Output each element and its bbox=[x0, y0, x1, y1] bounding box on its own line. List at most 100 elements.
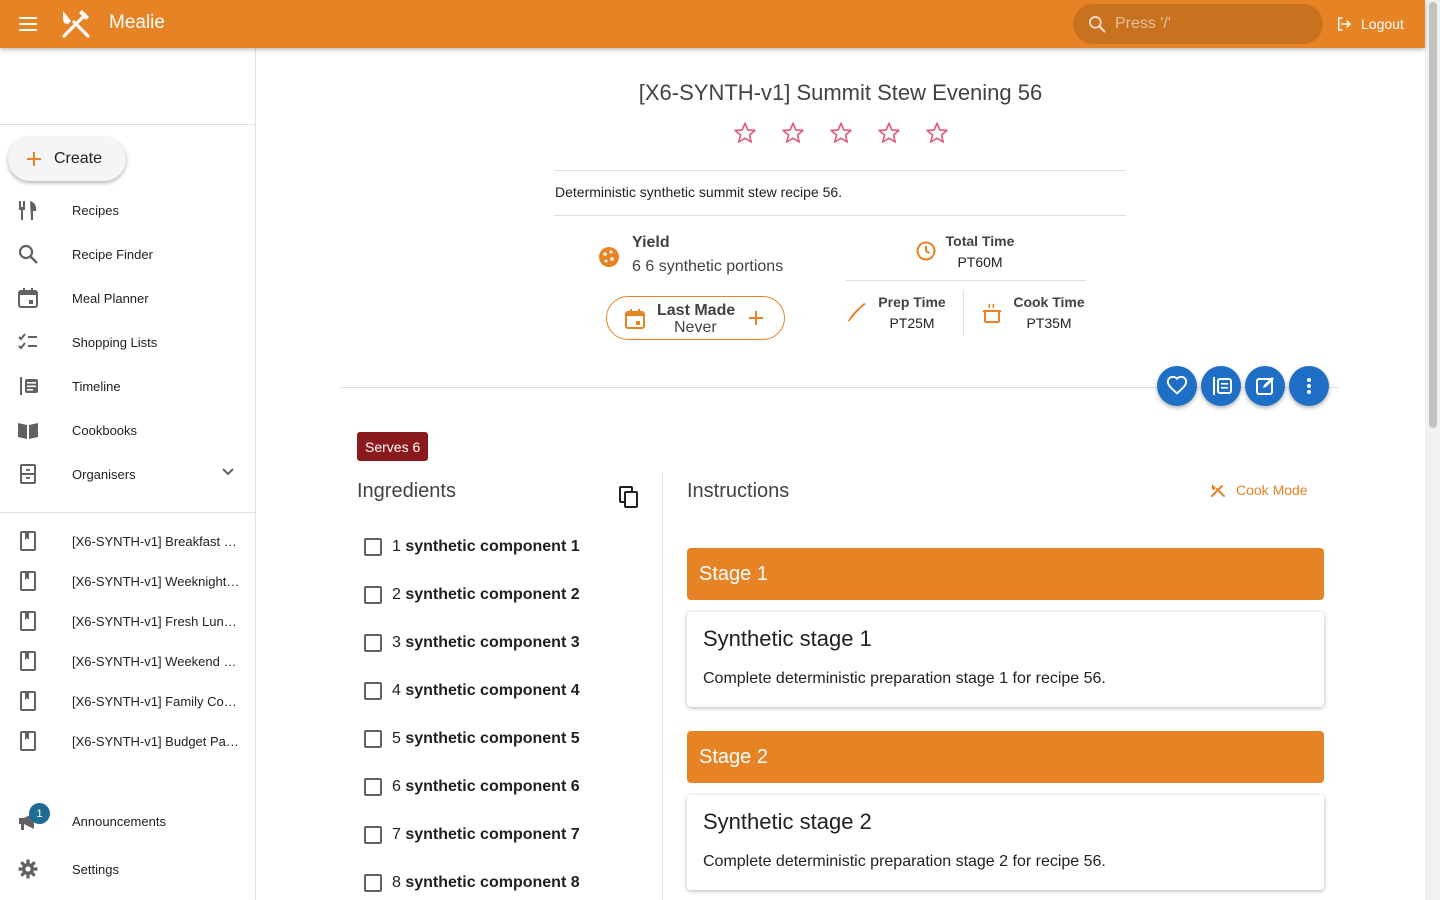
cook-mode-button[interactable]: Cook Mode bbox=[1210, 482, 1308, 498]
calendar-icon bbox=[625, 309, 645, 329]
sidebar-divider bbox=[0, 512, 255, 513]
sidebar-cookbook-item[interactable]: [X6-SYNTH-v1] Breakfast Boosters bbox=[0, 521, 255, 561]
sidebar-item-shopping-lists[interactable]: Shopping Lists bbox=[0, 322, 255, 362]
sidebar-item-settings[interactable]: Settings bbox=[0, 849, 255, 889]
app-bar: Mealie Logout bbox=[0, 0, 1425, 48]
bookmark-book-icon bbox=[20, 731, 36, 751]
ingredient-name: synthetic component 5 bbox=[405, 730, 580, 747]
logout-button[interactable]: Logout bbox=[1335, 12, 1404, 36]
ingredient-checkbox[interactable] bbox=[364, 634, 382, 652]
ingredient-checkbox[interactable] bbox=[364, 586, 382, 604]
ingredient-row[interactable]: 7 synthetic component 7 bbox=[364, 823, 580, 847]
star-icon[interactable] bbox=[780, 120, 806, 146]
last-made-button[interactable]: Last Made Never bbox=[606, 296, 785, 340]
timeline-button[interactable] bbox=[1201, 366, 1241, 406]
ingredient-name: synthetic component 2 bbox=[405, 586, 580, 603]
sidebar-item-timeline[interactable]: Timeline bbox=[0, 366, 255, 406]
sidebar-item-meal-planner[interactable]: Meal Planner bbox=[0, 278, 255, 318]
ingredient-checkbox[interactable] bbox=[364, 874, 382, 892]
ingredient-row[interactable]: 3 synthetic component 3 bbox=[364, 631, 580, 655]
cook-time: Cook Time PT35M bbox=[1004, 294, 1094, 331]
search-input[interactable] bbox=[1115, 15, 1295, 33]
ingredient-qty: 2 bbox=[392, 586, 401, 603]
recipe-description: Deterministic synthetic summit stew reci… bbox=[555, 184, 843, 200]
create-button[interactable]: Create bbox=[8, 137, 126, 181]
ingredient-qty: 8 bbox=[392, 874, 401, 891]
edit-icon bbox=[1256, 377, 1274, 395]
sidebar-item-label: Meal Planner bbox=[72, 290, 149, 306]
cook-mode-label: Cook Mode bbox=[1236, 482, 1308, 498]
stage-card[interactable]: Synthetic stage 2 Complete deterministic… bbox=[687, 795, 1324, 890]
sidebar-item-organisers[interactable]: Organisers bbox=[0, 454, 255, 494]
stage-header[interactable]: Stage 1 bbox=[687, 548, 1324, 600]
sidebar-cookbook-item[interactable]: [X6-SYNTH-v1] Weekend Feasts bbox=[0, 641, 255, 681]
cookbook-label: [X6-SYNTH-v1] Budget Pantry bbox=[72, 733, 240, 749]
divider bbox=[554, 215, 1126, 216]
star-icon[interactable] bbox=[732, 120, 758, 146]
sidebar-item-cookbooks[interactable]: Cookbooks bbox=[0, 410, 255, 450]
sidebar-cookbook-item[interactable]: [X6-SYNTH-v1] Family Comforts bbox=[0, 681, 255, 721]
copy-icon[interactable] bbox=[618, 485, 640, 509]
favorite-button[interactable] bbox=[1157, 366, 1197, 406]
search-icon bbox=[1089, 16, 1106, 33]
ingredient-checkbox[interactable] bbox=[364, 826, 382, 844]
fork-knife-icon bbox=[1211, 484, 1225, 497]
ingredient-row[interactable]: 4 synthetic component 4 bbox=[364, 679, 580, 703]
mealie-logo-icon[interactable] bbox=[58, 6, 94, 42]
sidebar-divider bbox=[0, 124, 255, 125]
pot-icon bbox=[983, 303, 1001, 323]
serves-badge[interactable]: Serves 6 bbox=[357, 432, 429, 461]
scrollbar-thumb[interactable] bbox=[1429, 2, 1437, 428]
ingredient-checkbox[interactable] bbox=[364, 730, 382, 748]
prep-time-value: PT25M bbox=[889, 315, 935, 331]
ingredient-row[interactable]: 6 synthetic component 6 bbox=[364, 775, 580, 799]
search-box[interactable] bbox=[1073, 4, 1323, 44]
last-made-value: Never bbox=[674, 319, 717, 336]
column-divider bbox=[662, 472, 663, 900]
sidebar: Create Recipes Recipe Finder Meal Planne… bbox=[0, 48, 256, 900]
stage-header[interactable]: Stage 2 bbox=[687, 731, 1324, 783]
ingredient-qty: 3 bbox=[392, 634, 401, 651]
sidebar-item-announcements[interactable]: 1 Announcements bbox=[0, 801, 255, 841]
stage-text: Complete deterministic preparation stage… bbox=[703, 853, 1106, 870]
sidebar-item-label: Timeline bbox=[72, 378, 121, 394]
recipe-page: [X6-SYNTH-v1] Summit Stew Evening 56 Det… bbox=[256, 48, 1425, 900]
file-cabinet-icon bbox=[20, 464, 36, 484]
ingredient-row[interactable]: 1 synthetic component 1 bbox=[364, 535, 580, 559]
star-rating[interactable] bbox=[732, 120, 950, 146]
star-icon[interactable] bbox=[876, 120, 902, 146]
ingredient-row[interactable]: 5 synthetic component 5 bbox=[364, 727, 580, 751]
ingredient-checkbox[interactable] bbox=[364, 538, 382, 556]
star-icon[interactable] bbox=[924, 120, 950, 146]
bookmark-book-icon bbox=[20, 611, 36, 631]
divider bbox=[846, 280, 1086, 281]
stage-title: Synthetic stage 1 bbox=[703, 626, 872, 651]
sidebar-cookbook-item[interactable]: [X6-SYNTH-v1] Weeknight Winners bbox=[0, 561, 255, 601]
cookbook-label: [X6-SYNTH-v1] Weeknight Winners bbox=[72, 573, 240, 589]
edit-button[interactable] bbox=[1245, 366, 1285, 406]
sidebar-cookbook-item[interactable]: [X6-SYNTH-v1] Budget Pantry bbox=[0, 721, 255, 761]
star-icon[interactable] bbox=[828, 120, 854, 146]
bookmark-book-icon bbox=[20, 571, 36, 591]
stage-text: Complete deterministic preparation stage… bbox=[703, 670, 1106, 687]
menu-icon[interactable] bbox=[16, 12, 40, 36]
checklist-icon bbox=[18, 333, 37, 350]
ingredient-checkbox[interactable] bbox=[364, 682, 382, 700]
brand-title[interactable]: Mealie bbox=[109, 12, 165, 34]
total-time-value: PT60M bbox=[957, 254, 1003, 270]
sidebar-item-label: Announcements bbox=[72, 813, 166, 829]
ingredient-row[interactable]: 8 synthetic component 8 bbox=[364, 871, 580, 895]
sidebar-cookbook-item[interactable]: [X6-SYNTH-v1] Fresh Lunchbox bbox=[0, 601, 255, 641]
clock-icon bbox=[916, 241, 936, 261]
divider bbox=[554, 170, 1126, 171]
ingredient-checkbox[interactable] bbox=[364, 778, 382, 796]
knife-icon bbox=[848, 303, 866, 322]
sidebar-item-label: Recipes bbox=[72, 202, 119, 218]
chevron-down-icon[interactable] bbox=[218, 462, 238, 482]
sidebar-item-recipes[interactable]: Recipes bbox=[0, 190, 255, 230]
ingredient-name: synthetic component 8 bbox=[405, 874, 580, 891]
more-options-button[interactable] bbox=[1289, 366, 1329, 406]
sidebar-item-recipe-finder[interactable]: Recipe Finder bbox=[0, 234, 255, 274]
ingredient-row[interactable]: 2 synthetic component 2 bbox=[364, 583, 580, 607]
stage-card[interactable]: Synthetic stage 1 Complete deterministic… bbox=[687, 612, 1324, 707]
